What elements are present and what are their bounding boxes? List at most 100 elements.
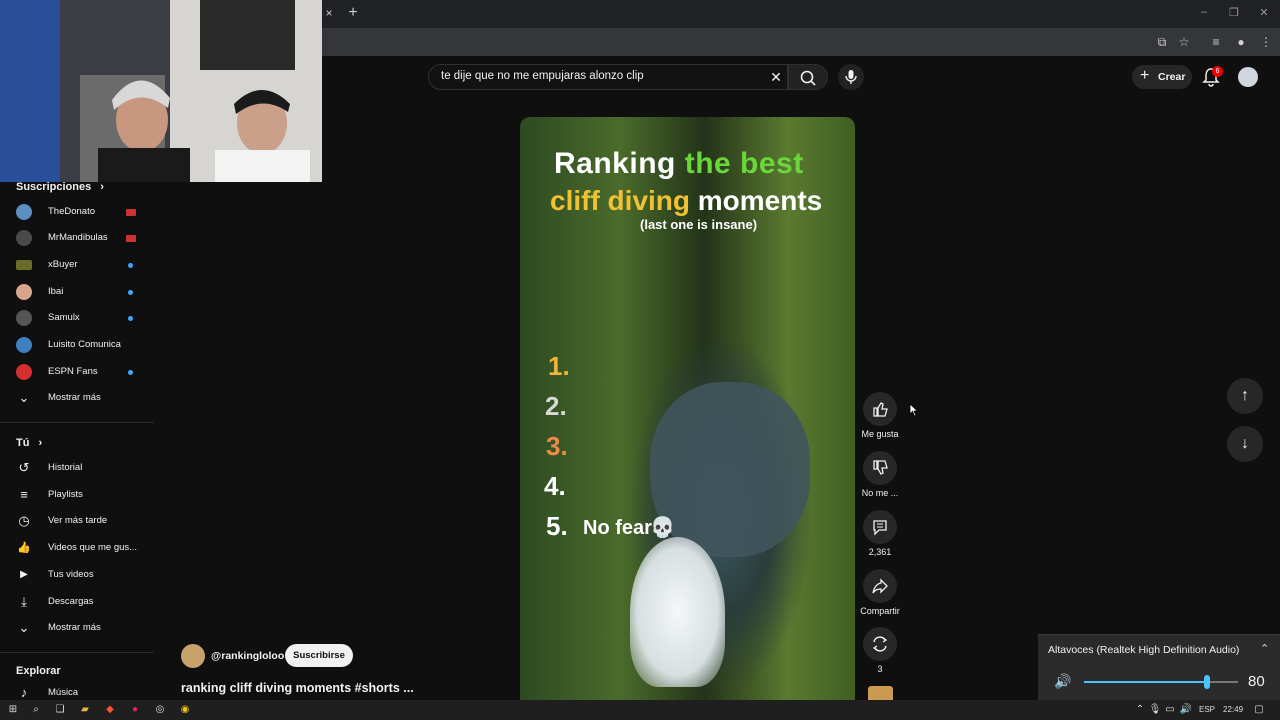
playlist-icon[interactable]: ≡ [1208,34,1224,50]
subscribe-button[interactable]: Suscribirse [285,644,353,667]
chrome-icon[interactable]: ◉ [178,703,192,717]
sound-thumbnail[interactable] [868,686,893,700]
dislike-button[interactable] [863,451,897,485]
volume-icon[interactable]: 🔊 [1179,703,1193,717]
sidebar-divider [0,652,154,653]
sidebar-item-xbuyer[interactable]: xBuyer [16,253,156,279]
network-icon[interactable]: ▭ [1163,703,1177,717]
playlists-icon: ≡ [20,487,28,502]
maximize-button[interactable]: ❐ [1224,6,1244,19]
your-videos-icon: ▶ [20,569,28,580]
account-avatar[interactable] [1238,67,1258,87]
sidebar-item-samulx[interactable]: Samulx [16,306,156,332]
like-label: Me gusta [861,429,899,439]
downloads-icon: ⤓ [21,594,27,609]
overlay-word: the best [684,147,804,180]
rank-1: 1. [548,351,570,381]
star-icon[interactable]: ☆ [1176,34,1192,50]
windows-taskbar: ⊞ ⌕ ❏ ▰ ◆ ● ◎ ◉ ⌃ 🎙 ▭ 🔊 ESP 22:49 ▢ [0,700,1280,720]
search-icon[interactable]: ⌕ [29,703,43,717]
comment-icon [873,520,887,536]
share-button[interactable] [863,569,897,603]
close-window-button[interactable]: ✕ [1254,6,1274,19]
overlay-word: Ranking [554,147,676,180]
steam-icon[interactable]: ◎ [153,703,167,717]
like-button[interactable] [863,392,897,426]
dislike-label: No me ... [861,488,899,498]
next-short-button[interactable]: ↓ [1227,426,1263,462]
thumbs-down-icon [873,460,888,475]
comments-button[interactable] [863,510,897,544]
rank-2: 2. [545,391,567,421]
brave-icon[interactable]: ◆ [103,703,117,717]
you-header[interactable]: Tú › [16,437,42,449]
channel-avatar[interactable] [181,644,205,668]
sidebar-item-liked-videos[interactable]: 👍 Videos que me gus... [16,536,156,562]
notifications-icon[interactable]: ▢ [1252,703,1266,717]
menu-icon[interactable]: ⋮ [1258,34,1274,50]
sidebar-item-espn-fans[interactable]: ESPN Fans [16,360,156,386]
sidebar-item-your-videos[interactable]: ▶ Tus videos [16,563,156,589]
sidebar-item-playlists[interactable]: ≡ Playlists [16,483,156,509]
remix-button[interactable] [863,627,897,661]
cast-icon[interactable]: ⧉ [1154,34,1170,50]
comments-count: 2,361 [868,547,892,557]
sidebar-item-ibai[interactable]: Ibai [16,280,156,306]
sidebar-item-history[interactable]: ↺ Historial [16,456,156,482]
sidebar-item-label: Ibai [48,286,64,297]
sidebar-item-luisito-comunica[interactable]: Luisito Comunica [16,333,156,359]
history-icon: ↺ [18,460,30,475]
volume-slider[interactable] [1084,675,1238,689]
search-input[interactable]: te dije que no me empujaras alonzo clip … [428,64,788,90]
sidebar-item-thedonato[interactable]: TheDonato [16,200,156,226]
minimize-button[interactable]: – [1194,6,1214,18]
share-icon [872,578,888,594]
sidebar-item-label: Historial [48,462,83,473]
sidebar-item-downloads[interactable]: ⤓ Descargas [16,590,156,616]
live-icon [126,209,136,216]
previous-short-button[interactable]: ↑ [1227,378,1263,414]
shorts-video-player[interactable]: Ranking the best cliff diving moments (l… [520,117,855,700]
video-title[interactable]: ranking cliff diving moments #shorts ... [181,681,414,695]
opera-icon[interactable]: ● [128,703,142,717]
close-tab-button[interactable]: × [322,6,336,20]
remix-count: 3 [877,664,883,674]
channel-avatar [16,204,32,220]
channel-handle[interactable]: @rankingloloo [211,650,284,662]
create-button[interactable]: + Crear [1132,65,1192,89]
video-overlay-title-line1: Ranking the best [554,147,804,181]
clock[interactable]: 22:49 [1223,705,1243,714]
new-content-dot [128,316,133,321]
speaker-icon[interactable]: 🔊 [1054,673,1071,690]
sidebar-show-more-you[interactable]: ⌄ Mostrar más [16,616,156,642]
thumbs-up-icon [873,402,888,417]
profile-icon[interactable]: ● [1233,34,1249,50]
subscriptions-header[interactable]: Suscripciones › [16,181,104,193]
volume-flyout: Altavoces (Realtek High Definition Audio… [1038,634,1280,700]
windows-start-icon[interactable]: ⊞ [6,703,20,717]
rank-4: 4. [544,471,566,501]
arrow-down-icon: ↓ [1241,435,1249,452]
tray-chevron-icon[interactable]: ⌃ [1133,703,1147,717]
explore-title: Explorar [16,665,61,677]
clear-search-icon[interactable]: ✕ [767,68,785,86]
sidebar-item-mrmandibulas[interactable]: MrMandibulas [16,226,156,252]
chevron-up-icon[interactable]: ⌃ [1260,642,1269,655]
overlay-word: moments [697,185,823,216]
sidebar-item-label: Descargas [48,596,94,607]
task-view-icon[interactable]: ❏ [53,703,67,717]
file-explorer-icon[interactable]: ▰ [78,703,92,717]
voice-search-button[interactable] [838,64,864,90]
microphone-icon [845,70,857,84]
new-content-dot [128,370,133,375]
sidebar-item-watch-later[interactable]: ◷ Ver más tarde [16,509,156,535]
sidebar-item-label: Mostrar más [48,392,101,403]
search-button[interactable] [788,64,828,90]
no-fear-label: No fear [583,517,652,539]
sidebar-show-more-subscriptions[interactable]: ⌄ Mostrar más [16,386,156,412]
new-tab-button[interactable]: + [345,4,361,22]
microphone-icon[interactable]: 🎙 [1148,703,1162,717]
language-indicator[interactable]: ESP [1199,705,1215,714]
volume-slider-thumb[interactable] [1204,675,1211,689]
sidebar-item-label: TheDonato [48,206,96,217]
